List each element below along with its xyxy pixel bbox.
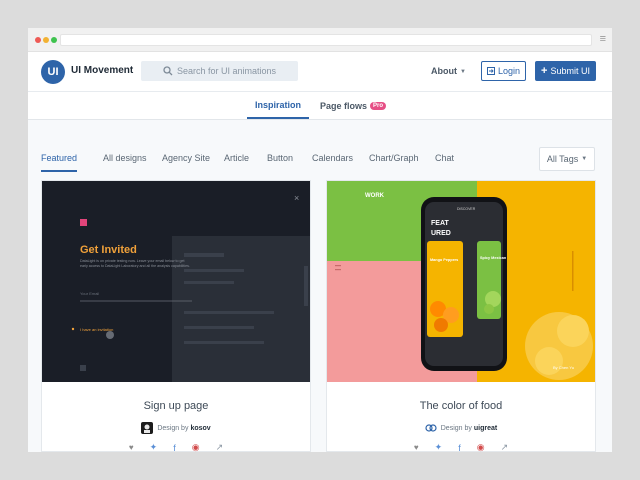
avatar[interactable] [141, 422, 154, 434]
minimize-dot-icon[interactable] [43, 37, 49, 43]
design-thumbnail[interactable]: × Get Invited DataLight is on private te… [42, 181, 310, 382]
twitter-icon[interactable]: ✦ [150, 442, 158, 452]
plus-icon: + [541, 65, 548, 77]
category-button[interactable]: Button [267, 153, 293, 172]
card-byline: Design by kosov [42, 422, 310, 434]
category-calendars[interactable]: Calendars [312, 153, 353, 172]
maximize-dot-icon[interactable] [51, 37, 57, 43]
all-tags-dropdown[interactable]: All Tags ▼ [539, 147, 595, 171]
heart-icon[interactable]: ♥ [129, 443, 134, 452]
facebook-icon[interactable]: f [458, 443, 461, 453]
preview-link: I have an invitation [80, 327, 113, 332]
brand-name[interactable]: UI Movement [71, 65, 133, 76]
login-icon [486, 67, 495, 75]
browser-window: ≡ UI UI Movement Search for UI animation… [28, 28, 612, 452]
search-input[interactable]: Search for UI animations [141, 61, 298, 81]
phone-title-2: URED [431, 230, 451, 237]
card-social-actions: ♥ ✦ f ◉ ↗ [42, 442, 310, 452]
preview-close-icon: × [294, 193, 299, 203]
cursor-icon [106, 331, 114, 339]
pinterest-icon[interactable]: ◉ [192, 442, 200, 452]
category-article[interactable]: Article [224, 153, 249, 172]
card-title[interactable]: The color of food [327, 400, 595, 412]
external-link-icon[interactable]: ↗ [216, 442, 224, 452]
category-chart-graph[interactable]: Chart/Graph [369, 153, 419, 172]
browser-chrome: ≡ [28, 28, 612, 52]
author-link[interactable]: uigreat [474, 425, 497, 432]
food-credit: By Chen Yu [553, 365, 574, 370]
category-featured[interactable]: Featured [41, 153, 78, 172]
login-button[interactable]: Login [481, 61, 526, 81]
category-chat[interactable]: Chat [435, 153, 454, 172]
sign-up-preview: × Get Invited DataLight is on private te… [42, 181, 310, 382]
design-thumbnail[interactable]: WORK DISCOVER FEAT URED Mango Peppers Sp… [327, 181, 595, 382]
preview-email-field: Your Email [80, 291, 99, 296]
category-agency-site[interactable]: Agency Site [162, 153, 210, 172]
facebook-icon[interactable]: f [173, 443, 176, 453]
card-title[interactable]: Sign up page [42, 400, 310, 412]
phone-header: DISCOVER [457, 207, 476, 211]
external-link-icon[interactable]: ↗ [501, 442, 509, 452]
about-menu[interactable]: About ▼ [431, 66, 466, 76]
food-card-2-title: Spicy Mexican [480, 256, 507, 260]
design-card-color-of-food[interactable]: WORK DISCOVER FEAT URED Mango Peppers Sp… [326, 180, 596, 452]
preview-body: DataLight is on private testing now. Lea… [80, 259, 190, 268]
design-card-sign-up[interactable]: × Get Invited DataLight is on private te… [41, 180, 311, 452]
search-placeholder: Search for UI animations [176, 66, 277, 76]
chevron-down-icon: ▼ [581, 156, 588, 162]
tab-page-flows[interactable]: Page flows Pro [320, 92, 387, 119]
menu-icon[interactable]: ≡ [600, 32, 606, 46]
search-icon [163, 66, 173, 76]
food-preview: WORK DISCOVER FEAT URED Mango Peppers Sp… [327, 181, 595, 382]
address-bar[interactable] [60, 34, 592, 46]
category-tabs: Featured All designs Agency Site Article… [28, 147, 612, 173]
avatar[interactable] [425, 422, 437, 434]
card-byline: Design by uigreat [327, 422, 595, 434]
card-social-actions: ♥ ✦ f ◉ ↗ [327, 442, 595, 452]
chevron-down-icon: ▼ [460, 68, 466, 75]
pinterest-icon[interactable]: ◉ [477, 442, 485, 452]
site-header: UI UI Movement Search for UI animations … [28, 52, 612, 92]
preview-heading: Get Invited [80, 244, 137, 256]
sub-navigation: Inspiration Page flows Pro [28, 92, 612, 120]
pro-badge: Pro [370, 101, 387, 110]
food-card-1-title: Mango Peppers [430, 258, 458, 262]
phone-title-1: FEAT [431, 220, 449, 227]
logo-icon[interactable]: UI [41, 60, 65, 84]
heart-icon[interactable]: ♥ [414, 443, 419, 452]
submit-ui-button[interactable]: + Submit UI [535, 61, 596, 81]
close-dot-icon[interactable] [35, 37, 41, 43]
twitter-icon[interactable]: ✦ [435, 442, 443, 452]
category-all-designs[interactable]: All designs [103, 153, 147, 172]
food-nav-work: WORK [365, 193, 385, 199]
tab-inspiration[interactable]: Inspiration [247, 92, 309, 119]
preview-logo-icon [80, 219, 87, 226]
author-link[interactable]: kosov [190, 425, 210, 432]
